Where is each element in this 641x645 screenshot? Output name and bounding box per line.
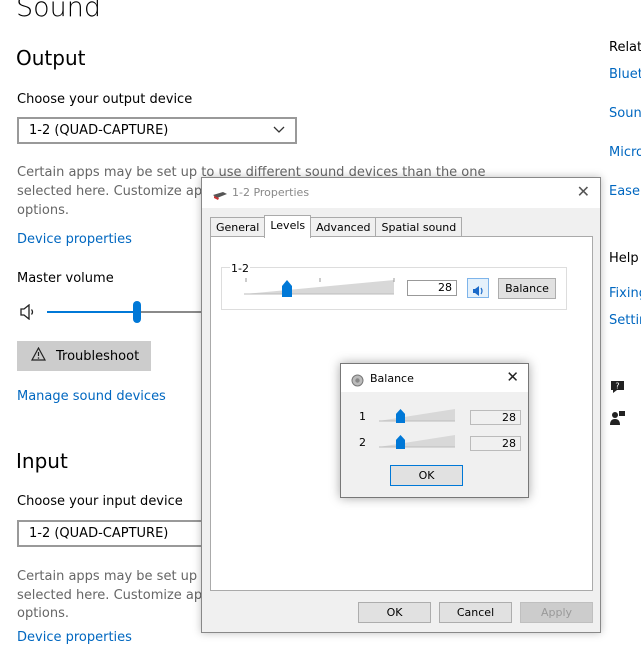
output-device-properties-link[interactable]: Device properties [17, 232, 132, 247]
channel-2-label: 2 [359, 436, 366, 449]
balance-button[interactable]: Balance [498, 278, 556, 299]
related-link-ease[interactable]: Ease [609, 184, 640, 199]
output-desc-line2: selected here. Customize app [17, 184, 211, 199]
balance-title: Balance [370, 372, 414, 385]
tab-general[interactable]: General [210, 217, 266, 238]
help-link-fixing[interactable]: Fixing [609, 286, 641, 301]
manage-sound-devices-link[interactable]: Manage sound devices [17, 389, 166, 404]
master-volume-thumb[interactable] [133, 301, 141, 323]
tab-levels[interactable]: Levels [264, 215, 312, 238]
speaker-icon [472, 282, 485, 301]
balance-dialog: Balance ✕ 1 28 2 28 OK [340, 363, 529, 498]
output-heading: Output [16, 46, 86, 70]
channel-1-value: 28 [470, 410, 521, 425]
balance-titlebar[interactable]: Balance ✕ [341, 364, 528, 392]
output-device-value: 1-2 (QUAD-CAPTURE) [29, 123, 169, 138]
input-desc-line2: selected here. Customize app [17, 588, 211, 603]
output-device-dropdown[interactable]: 1-2 (QUAD-CAPTURE) [17, 117, 297, 144]
master-volume-fill [47, 311, 137, 313]
troubleshoot-label: Troubleshoot [56, 348, 140, 364]
related-settings-heading: Relate [609, 40, 641, 55]
properties-apply-button[interactable]: Apply [520, 602, 593, 623]
channel-2-slider[interactable] [379, 433, 457, 453]
input-device-value: 1-2 (QUAD-CAPTURE) [29, 526, 169, 541]
device-icon [212, 187, 228, 206]
properties-tabs: General Levels Advanced Spatial sound [210, 215, 463, 238]
level-group-label: 1-2 [230, 262, 250, 275]
related-link-bluetooth[interactable]: Bluet [609, 67, 641, 82]
warning-icon [30, 346, 47, 365]
input-device-properties-link[interactable]: Device properties [17, 630, 132, 645]
input-device-dropdown[interactable]: 1-2 (QUAD-CAPTURE) [17, 520, 207, 547]
close-icon[interactable]: ✕ [577, 182, 590, 201]
master-volume-label: Master volume [17, 271, 114, 286]
output-desc-line3: options. [17, 203, 70, 218]
properties-title: 1-2 Properties [232, 186, 310, 199]
speaker-icon [351, 372, 364, 391]
get-help-icon[interactable]: ? [609, 379, 626, 399]
mute-toggle-button[interactable] [467, 278, 489, 298]
level-group: 1-2 28 Balance [221, 262, 567, 310]
channel-2-value: 28 [470, 436, 521, 451]
speaker-icon[interactable] [19, 303, 37, 324]
input-desc-line3: options. [17, 606, 70, 621]
input-device-label: Choose your input device [17, 494, 183, 509]
output-device-label: Choose your output device [17, 92, 193, 107]
related-link-sound[interactable]: Soun [609, 106, 641, 121]
input-desc-line1: Certain apps may be set up to [17, 569, 215, 584]
channel-1-slider[interactable] [379, 407, 457, 427]
input-heading: Input [16, 449, 68, 473]
properties-ok-button[interactable]: OK [358, 602, 431, 623]
chevron-down-icon [273, 123, 285, 138]
properties-titlebar[interactable]: 1-2 Properties ✕ [202, 178, 600, 208]
tab-advanced[interactable]: Advanced [310, 217, 377, 238]
tab-spatial-sound[interactable]: Spatial sound [375, 217, 463, 238]
level-value-field[interactable]: 28 [407, 280, 457, 296]
balance-ok-button[interactable]: OK [390, 465, 463, 486]
properties-cancel-button[interactable]: Cancel [439, 602, 512, 623]
level-slider[interactable] [244, 278, 396, 302]
page-title: Sound [16, 0, 102, 23]
troubleshoot-button[interactable]: Troubleshoot [17, 341, 151, 371]
feedback-icon[interactable] [609, 410, 626, 430]
help-link-settings[interactable]: Settir [609, 313, 641, 328]
close-icon[interactable]: ✕ [506, 368, 519, 386]
svg-text:?: ? [615, 382, 619, 391]
master-volume-track[interactable] [137, 311, 202, 313]
help-heading: Help [609, 251, 639, 266]
related-link-microphone[interactable]: Micro [609, 145, 641, 160]
channel-1-label: 1 [359, 410, 366, 423]
